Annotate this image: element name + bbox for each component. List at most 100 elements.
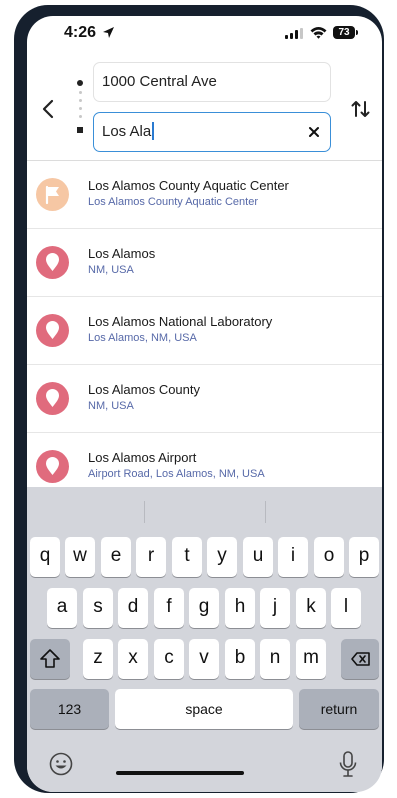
key-label: return: [320, 701, 358, 717]
result-title: Los Alamos Airport: [88, 450, 197, 465]
key-label: y: [217, 545, 227, 566]
key-label: i: [290, 545, 296, 566]
key-z[interactable]: z: [83, 639, 113, 679]
key-label: p: [358, 545, 370, 566]
key-label: j: [272, 596, 278, 617]
key-label: z: [93, 647, 103, 668]
key-r[interactable]: r: [136, 537, 166, 577]
search-result-item[interactable]: Los Alamos County Aquatic Center Los Ala…: [27, 161, 382, 229]
key-label: r: [147, 545, 155, 566]
key-w[interactable]: w: [65, 537, 95, 577]
key-p[interactable]: p: [349, 537, 379, 577]
flag-icon: [45, 185, 59, 205]
backspace-key[interactable]: [341, 639, 379, 679]
key-j[interactable]: j: [260, 588, 290, 628]
search-result-item[interactable]: Los Alamos NM, USA: [27, 229, 382, 297]
key-h[interactable]: h: [225, 588, 255, 628]
backspace-icon: [351, 652, 370, 666]
key-i[interactable]: i: [278, 537, 308, 577]
key-l[interactable]: l: [331, 588, 361, 628]
wifi-icon: [310, 27, 327, 39]
key-d[interactable]: d: [118, 588, 148, 628]
result-subtitle: NM, USA: [88, 400, 134, 412]
location-pin-icon: [46, 253, 59, 271]
key-label: l: [343, 596, 349, 617]
key-label: m: [303, 647, 319, 668]
phone-screen: 4:26 73 1000 Central Ave Los Ala Los Ala…: [27, 16, 382, 792]
key-b[interactable]: b: [225, 639, 255, 679]
numbers-key[interactable]: 123: [30, 689, 109, 729]
search-result-item[interactable]: Los Alamos County NM, USA: [27, 365, 382, 433]
keyboard: q w e r t y u i o p a s d f g h j k l z …: [27, 487, 382, 792]
key-k[interactable]: k: [296, 588, 326, 628]
destination-search-input[interactable]: Los Ala: [93, 112, 331, 152]
shift-key[interactable]: [30, 639, 70, 679]
return-key[interactable]: return: [299, 689, 379, 729]
key-u[interactable]: u: [243, 537, 273, 577]
key-label: o: [323, 545, 335, 566]
swap-direction-icon[interactable]: [350, 98, 372, 120]
key-label: f: [166, 596, 172, 617]
location-arrow-icon: [103, 27, 114, 38]
status-time: 4:26: [64, 24, 97, 41]
key-label: n: [269, 647, 281, 668]
emoji-icon[interactable]: [49, 752, 73, 776]
key-n[interactable]: n: [260, 639, 290, 679]
result-title: Los Alamos County Aquatic Center: [88, 178, 289, 193]
status-bar: 4:26 73: [27, 16, 382, 52]
key-label: s: [93, 596, 103, 617]
key-y[interactable]: y: [207, 537, 237, 577]
shift-icon: [40, 649, 60, 668]
key-g[interactable]: g: [189, 588, 219, 628]
key-label: h: [234, 596, 246, 617]
location-pin-icon: [46, 457, 59, 475]
battery-tip: [356, 30, 358, 35]
key-m[interactable]: m: [296, 639, 326, 679]
result-title: Los Alamos: [88, 246, 156, 261]
key-label: q: [39, 545, 51, 566]
key-label: c: [164, 647, 174, 668]
key-x[interactable]: x: [118, 639, 148, 679]
destination-input-text: Los Ala: [102, 123, 152, 140]
result-subtitle: Los Alamos County Aquatic Center: [88, 196, 258, 208]
suggestion-divider: [144, 501, 145, 523]
battery-icon: 73: [333, 26, 355, 39]
key-s[interactable]: s: [83, 588, 113, 628]
home-indicator: [116, 771, 244, 775]
key-a[interactable]: a: [47, 588, 77, 628]
location-pin-icon: [46, 321, 59, 339]
destination-square-icon: [77, 127, 83, 133]
result-icon-badge: [36, 178, 69, 211]
origin-dot-icon: [77, 80, 83, 86]
key-label: d: [127, 596, 139, 617]
key-label: t: [184, 545, 190, 566]
key-label: b: [234, 647, 246, 668]
origin-field[interactable]: 1000 Central Ave: [93, 62, 331, 102]
result-subtitle: Los Alamos, NM, USA: [88, 332, 197, 344]
key-f[interactable]: f: [154, 588, 184, 628]
key-e[interactable]: e: [101, 537, 131, 577]
route-connector: [79, 91, 82, 125]
key-t[interactable]: t: [172, 537, 202, 577]
space-key[interactable]: space: [115, 689, 293, 729]
key-q[interactable]: q: [30, 537, 60, 577]
location-pin-icon: [46, 389, 59, 407]
text-cursor: [152, 121, 154, 140]
origin-field-text: 1000 Central Ave: [102, 73, 217, 90]
result-title: Los Alamos County: [88, 382, 201, 397]
key-label: v: [199, 647, 209, 668]
microphone-icon[interactable]: [338, 750, 358, 778]
result-icon-badge: [36, 246, 69, 279]
key-label: g: [198, 596, 210, 617]
key-label: k: [306, 596, 316, 617]
key-label: 123: [57, 701, 82, 717]
result-subtitle: NM, USA: [88, 264, 134, 276]
key-c[interactable]: c: [154, 639, 184, 679]
key-v[interactable]: v: [189, 639, 219, 679]
back-chevron-icon[interactable]: [39, 98, 59, 120]
search-result-item[interactable]: Los Alamos National Laboratory Los Alamo…: [27, 297, 382, 365]
clear-input-icon[interactable]: [306, 124, 322, 140]
result-icon-badge: [36, 314, 69, 347]
key-o[interactable]: o: [314, 537, 344, 577]
key-label: x: [128, 647, 138, 668]
